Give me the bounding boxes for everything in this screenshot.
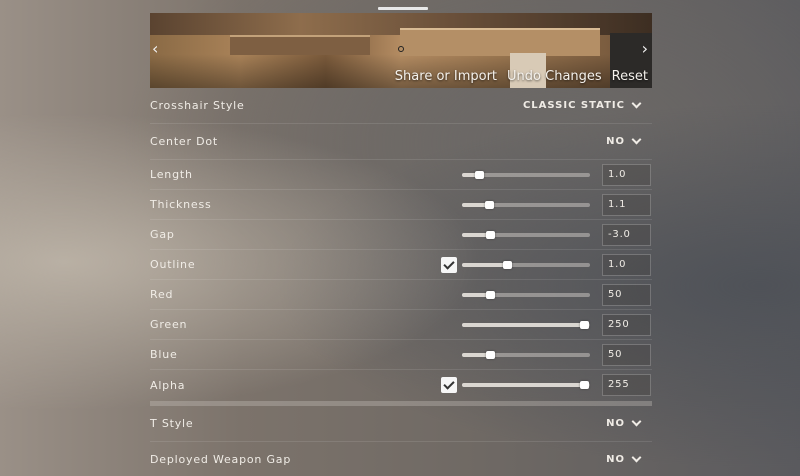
- undo-changes-button[interactable]: Undo Changes: [507, 69, 602, 84]
- center-dot-dropdown[interactable]: NO: [606, 134, 642, 147]
- length-value-input[interactable]: 1.0: [602, 164, 651, 186]
- crosshair-settings-panel: ‹ › Share or Import Undo Changes Reset C…: [150, 13, 652, 476]
- setting-green: Green 250: [150, 310, 652, 340]
- setting-label: Alpha: [150, 378, 186, 392]
- share-import-button[interactable]: Share or Import: [395, 69, 497, 84]
- setting-gap: Gap -3.0: [150, 220, 652, 250]
- chevron-down-icon: [631, 416, 642, 427]
- chevron-down-icon: [631, 98, 642, 109]
- alpha-checkbox[interactable]: [441, 377, 457, 393]
- chevron-left-icon[interactable]: ‹: [152, 39, 158, 58]
- thickness-slider[interactable]: [462, 201, 590, 209]
- setting-t-style: T Style NO: [150, 406, 652, 442]
- setting-blue: Blue 50: [150, 340, 652, 370]
- slider-settings: Length 1.0 Thickness 1.1 Gap -3.0 Outlin…: [150, 160, 652, 400]
- outline-slider[interactable]: [462, 261, 590, 269]
- preview-actions: Share or Import Undo Changes Reset: [395, 69, 648, 84]
- red-value-input[interactable]: 50: [602, 284, 651, 306]
- chevron-down-icon: [631, 452, 642, 463]
- crosshair-style-dropdown[interactable]: CLASSIC STATIC: [522, 98, 642, 111]
- setting-alpha: Alpha 255: [150, 370, 652, 400]
- gap-slider[interactable]: [462, 231, 590, 239]
- setting-center-dot: Center Dot NO: [150, 124, 652, 160]
- dropdown-value: CLASSIC STATIC: [522, 100, 625, 111]
- setting-label: Gap: [150, 228, 175, 241]
- dropdown-value: NO: [606, 136, 625, 147]
- setting-label: T Style: [150, 417, 194, 430]
- setting-deployed-weapon-gap: Deployed Weapon Gap NO: [150, 442, 652, 476]
- slider-thumb[interactable]: [484, 201, 494, 209]
- green-slider[interactable]: [462, 321, 590, 329]
- setting-label: Deployed Weapon Gap: [150, 453, 292, 466]
- crosshair-preview-icon: [398, 46, 404, 52]
- slider-thumb[interactable]: [486, 291, 496, 299]
- setting-thickness: Thickness 1.1: [150, 190, 652, 220]
- outline-value-input[interactable]: 1.0: [602, 254, 651, 276]
- setting-label: Red: [150, 288, 174, 301]
- setting-label: Blue: [150, 348, 178, 361]
- slider-thumb[interactable]: [579, 381, 589, 389]
- setting-label: Crosshair Style: [150, 99, 245, 112]
- gap-value-input[interactable]: -3.0: [602, 224, 651, 246]
- slider-thumb[interactable]: [486, 351, 496, 359]
- slider-thumb[interactable]: [579, 321, 589, 329]
- red-slider[interactable]: [462, 291, 590, 299]
- blue-value-input[interactable]: 50: [602, 344, 651, 366]
- setting-label: Green: [150, 318, 188, 331]
- setting-crosshair-style: Crosshair Style CLASSIC STATIC: [150, 88, 652, 124]
- t-style-dropdown[interactable]: NO: [606, 416, 642, 429]
- reset-button[interactable]: Reset: [612, 69, 648, 84]
- thickness-value-input[interactable]: 1.1: [602, 194, 651, 216]
- top-tab-indicator: [378, 7, 428, 10]
- setting-label: Outline: [150, 258, 196, 271]
- setting-outline: Outline 1.0: [150, 250, 652, 280]
- chevron-right-icon[interactable]: ›: [642, 39, 648, 58]
- slider-thumb[interactable]: [502, 261, 512, 269]
- setting-label: Thickness: [150, 198, 212, 211]
- outline-checkbox[interactable]: [441, 257, 457, 273]
- setting-label: Center Dot: [150, 135, 219, 148]
- length-slider[interactable]: [462, 171, 590, 179]
- deployed-weapon-gap-dropdown[interactable]: NO: [606, 452, 642, 465]
- blue-slider[interactable]: [462, 351, 590, 359]
- crosshair-preview: ‹ › Share or Import Undo Changes Reset: [150, 13, 652, 88]
- alpha-value-input[interactable]: 255: [602, 374, 651, 396]
- chevron-down-icon: [631, 134, 642, 145]
- slider-thumb[interactable]: [474, 171, 484, 179]
- setting-label: Length: [150, 168, 193, 181]
- setting-red: Red 50: [150, 280, 652, 310]
- slider-thumb[interactable]: [486, 231, 496, 239]
- dropdown-value: NO: [606, 418, 625, 429]
- dropdown-value: NO: [606, 454, 625, 465]
- green-value-input[interactable]: 250: [602, 314, 651, 336]
- setting-length: Length 1.0: [150, 160, 652, 190]
- alpha-slider[interactable]: [462, 381, 590, 389]
